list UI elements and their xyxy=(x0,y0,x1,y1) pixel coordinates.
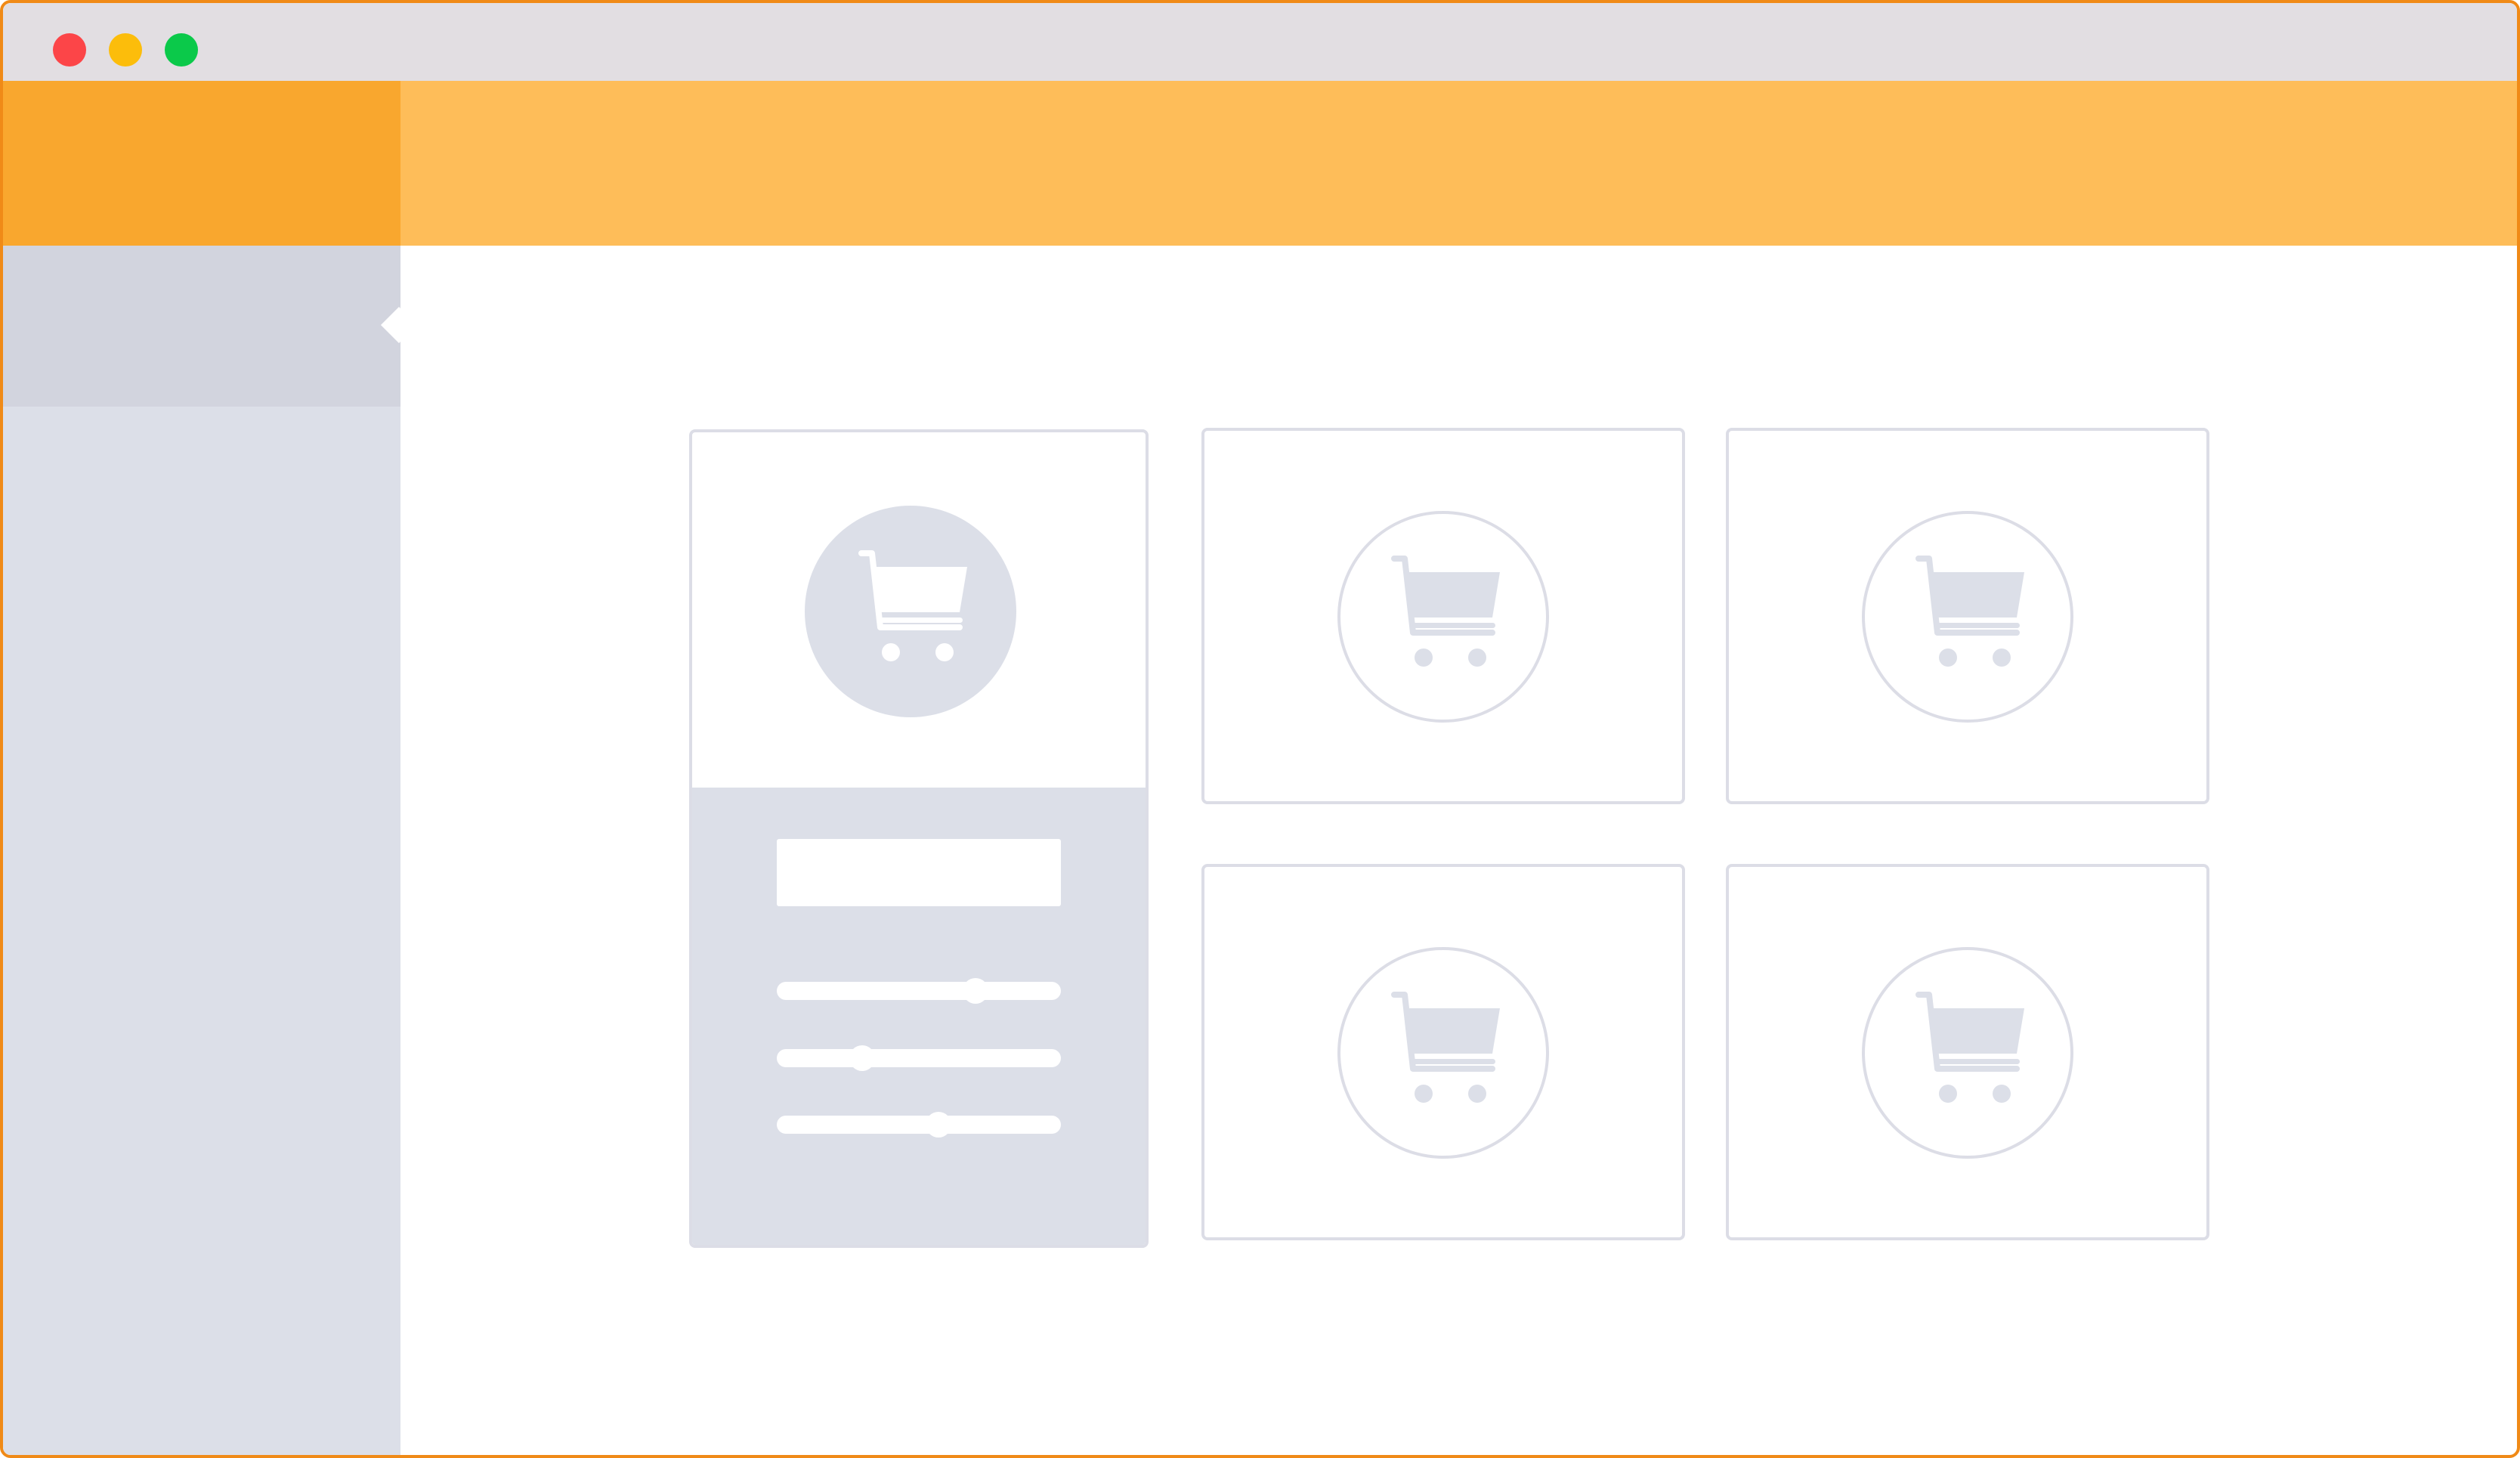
product-card[interactable] xyxy=(1201,864,1685,1240)
slider-knob[interactable] xyxy=(963,978,989,1004)
product-icon-circle xyxy=(1337,511,1549,723)
product-options-panel xyxy=(692,788,1146,1245)
product-card[interactable] xyxy=(1726,428,2209,804)
active-indicator-notch xyxy=(380,306,418,344)
shopping-cart-icon xyxy=(1379,989,1507,1117)
product-icon-circle xyxy=(1337,947,1549,1159)
header-bar xyxy=(3,81,2517,246)
browser-window xyxy=(0,0,2520,1458)
option-input-field[interactable] xyxy=(777,839,1061,906)
shopping-cart-icon xyxy=(1379,553,1507,681)
product-icon-circle xyxy=(1862,511,2073,723)
product-card-selected[interactable] xyxy=(689,429,1149,1248)
slider-knob[interactable] xyxy=(849,1045,875,1071)
close-window-button[interactable] xyxy=(53,33,86,67)
product-card[interactable] xyxy=(1201,428,1685,804)
zoom-window-button[interactable] xyxy=(165,33,198,67)
logo-placeholder[interactable] xyxy=(3,81,400,246)
option-slider[interactable] xyxy=(777,1112,1061,1138)
shopping-cart-icon xyxy=(846,547,975,676)
option-slider[interactable] xyxy=(777,978,1061,1004)
title-bar xyxy=(3,3,2517,81)
sidebar xyxy=(3,246,418,1455)
slider-track xyxy=(777,1049,1061,1067)
shopping-cart-icon xyxy=(1903,553,2032,681)
shopping-cart-icon xyxy=(1903,989,2032,1117)
sidebar-item-active[interactable] xyxy=(3,246,418,407)
minimize-window-button[interactable] xyxy=(109,33,142,67)
slider-track xyxy=(777,1116,1061,1134)
slider-track xyxy=(777,982,1061,1000)
product-card[interactable] xyxy=(1726,864,2209,1240)
product-icon-circle xyxy=(805,506,1016,717)
option-slider[interactable] xyxy=(777,1045,1061,1071)
product-icon-circle xyxy=(1862,947,2073,1159)
